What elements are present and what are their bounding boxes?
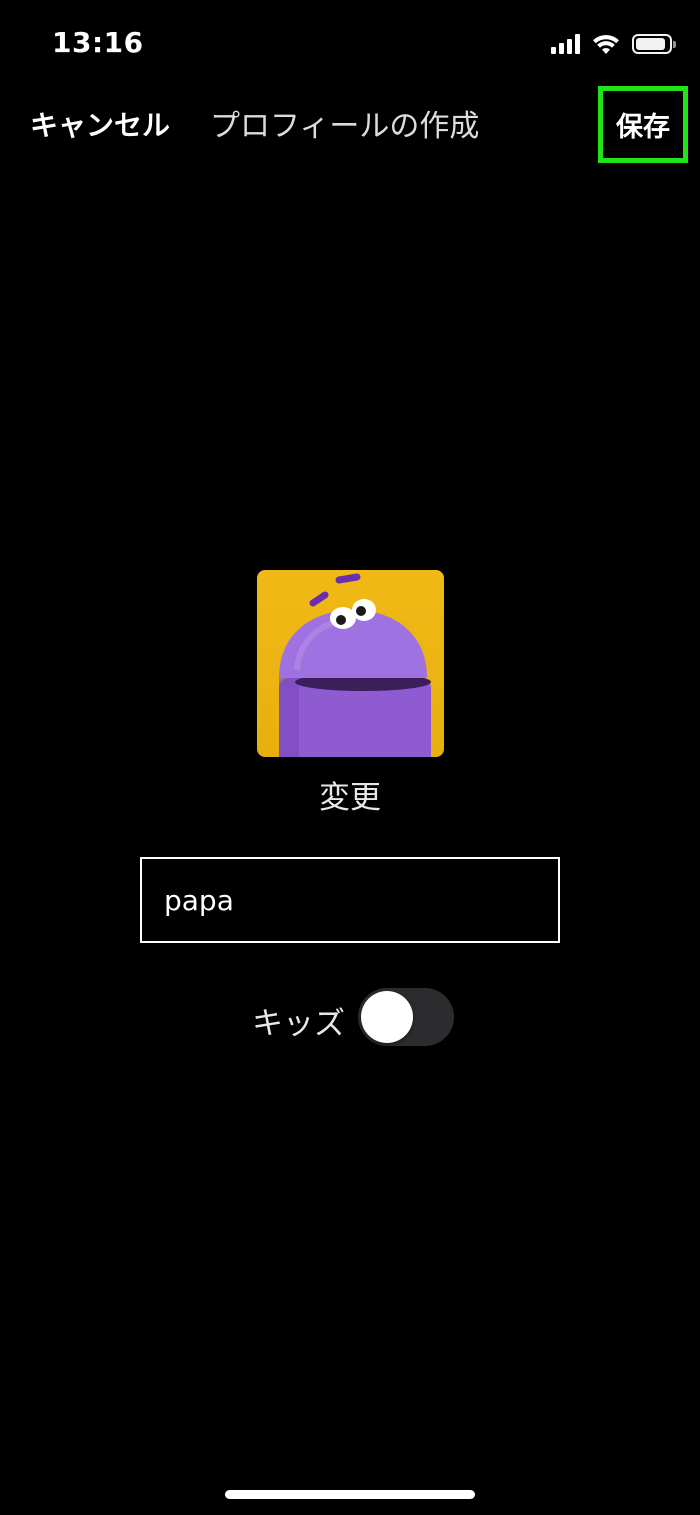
status-icons (551, 28, 676, 60)
kids-toggle[interactable] (358, 988, 454, 1046)
save-button[interactable]: 保存 (598, 86, 688, 163)
purple-robot-avatar-icon (279, 573, 431, 757)
battery-level (636, 38, 665, 50)
home-indicator[interactable] (225, 1490, 475, 1499)
cancel-button[interactable]: キャンセル (30, 104, 170, 144)
save-button-label: 保存 (616, 112, 670, 143)
cellular-signal-icon (551, 34, 580, 54)
profile-avatar[interactable] (257, 570, 444, 757)
kids-toggle-knob (361, 991, 413, 1043)
page-title: プロフィールの作成 (210, 109, 480, 144)
profile-name-input[interactable] (140, 857, 560, 943)
wifi-icon (593, 35, 619, 54)
battery-icon (632, 34, 676, 54)
battery-cap (673, 41, 676, 48)
change-avatar-link[interactable]: 変更 (0, 772, 700, 817)
status-time: 13:16 (52, 26, 144, 59)
kids-label: キッズ (252, 1006, 345, 1042)
